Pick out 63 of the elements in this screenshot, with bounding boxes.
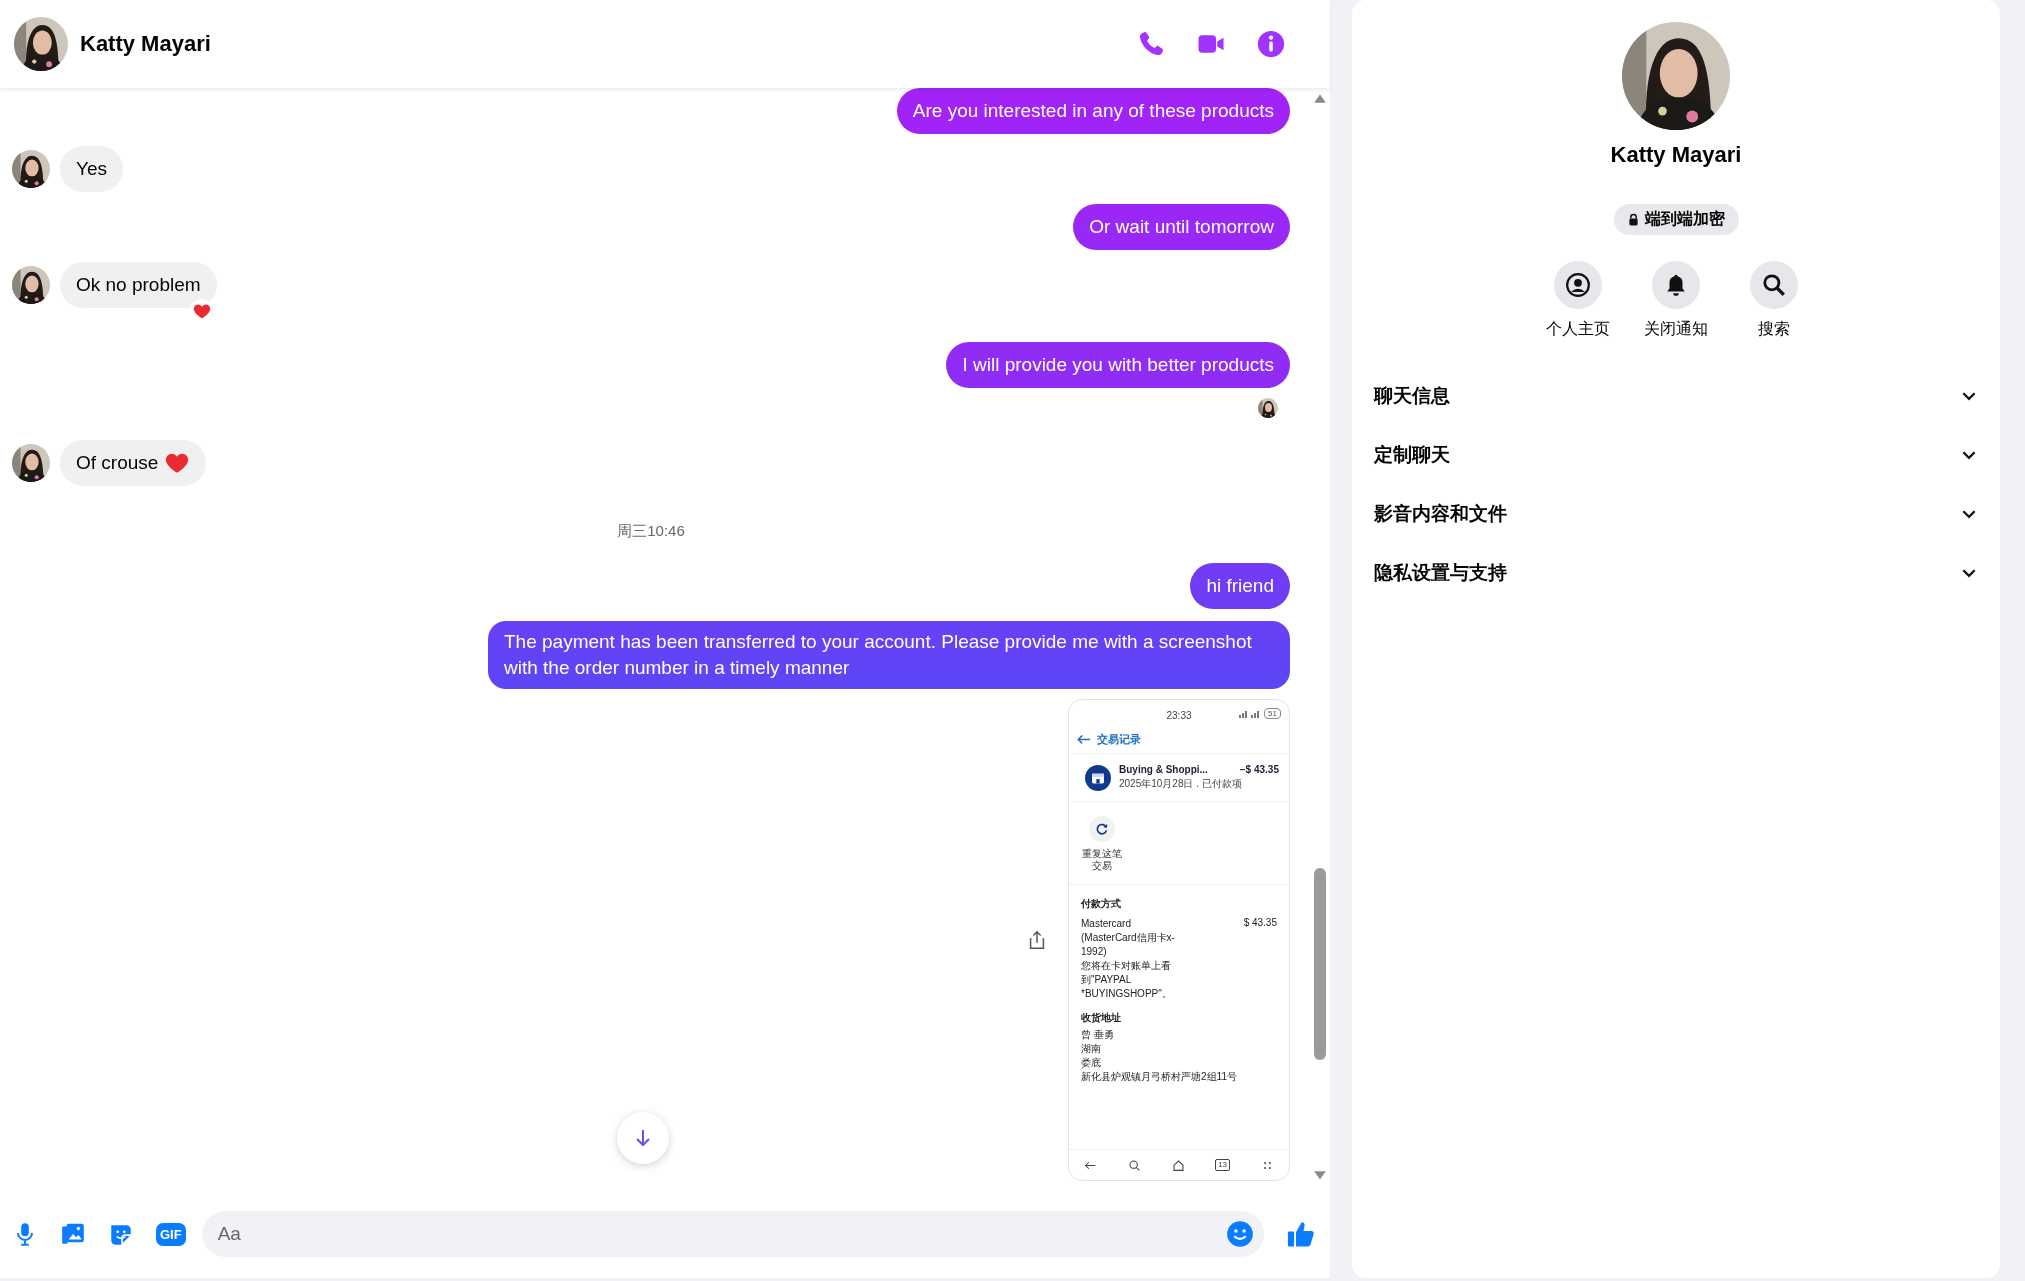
accordion-item[interactable]: 隐私设置与支持 xyxy=(1374,543,1978,602)
action-label: 关闭通知 xyxy=(1644,319,1708,339)
merchant-name: Buying & Shoppi... xyxy=(1119,764,1208,775)
battery-level: 51 xyxy=(1264,708,1281,719)
message-bubble: Of crouse xyxy=(60,440,207,486)
encryption-label: 端到端加密 xyxy=(1644,209,1725,229)
address-text: 曾 垂勇 xyxy=(1081,1028,1115,1042)
screenshot-image[interactable]: 23:33 51 交易记录 Buying & Shoppi... −$ 43.35 2025年10月28日 . 已付款项 重复这笔交易 付款方式 Mastercard (MasterCard信用卡x- 1992) 您将在卡对账单上看 到"PAYPAL *BUYINGSHOPP"。 $ 43.35 收货地址 曾 垂勇 湖南 娄底 新化县炉观镇月弓桥村严塘2组11号 13 xyxy=(1068,699,1290,1181)
transaction-date: 2025年10月28日 . 已付款项 xyxy=(1119,777,1243,791)
contact-name: Katty Mayari xyxy=(80,31,211,57)
section-heading: 付款方式 xyxy=(1081,897,1122,911)
message-bubble: The payment has been transferred to your account. Please provide me with a screenshot with the order number in a timely manner xyxy=(488,621,1290,689)
message-bubble: Yes xyxy=(60,146,123,192)
payment-text: 1992) xyxy=(1081,945,1108,959)
info-icon[interactable] xyxy=(1256,29,1286,59)
search-icon xyxy=(1127,1158,1141,1172)
payment-text: 您将在卡对账单上看 xyxy=(1081,959,1172,973)
status-time: 23:33 xyxy=(1166,709,1192,721)
refresh-icon xyxy=(1089,816,1115,842)
action-label: 个人主页 xyxy=(1546,319,1610,339)
address-text: 娄底 xyxy=(1081,1056,1102,1070)
accordion-item[interactable]: 影音内容和文件 xyxy=(1374,484,1978,543)
scrollbar-thumb[interactable] xyxy=(1314,868,1326,1060)
repeat-action: 重复这笔交易 xyxy=(1081,848,1123,872)
gif-button[interactable]: GIF xyxy=(156,1222,186,1246)
message-input[interactable]: Aa xyxy=(201,1211,1264,1257)
payment-amount: $ 43.35 xyxy=(1243,917,1277,930)
search-icon xyxy=(1761,272,1787,298)
address-text: 新化县炉观镇月弓桥村严塘2组11号 xyxy=(1081,1070,1238,1084)
message-bubble: Or wait until tomorrow xyxy=(1073,204,1290,250)
home-icon xyxy=(1171,1158,1185,1172)
profile-button[interactable] xyxy=(1554,261,1602,309)
encryption-badge[interactable]: 端到端加密 xyxy=(1613,204,1739,235)
action-label: 搜索 xyxy=(1758,319,1790,339)
payment-text: *BUYINGSHOPP"。 xyxy=(1081,987,1173,1001)
payment-text: Mastercard xyxy=(1081,917,1132,931)
accordion-item[interactable]: 定制聊天 xyxy=(1374,425,1978,484)
message-bubble: hi friend xyxy=(1190,563,1290,609)
emoji-icon[interactable] xyxy=(1226,1220,1254,1248)
payment-text: 到"PAYPAL xyxy=(1081,973,1133,987)
thumbs-up-icon[interactable] xyxy=(1286,1219,1316,1249)
lock-icon xyxy=(1627,213,1639,226)
gallery-icon[interactable] xyxy=(60,1221,86,1247)
back-arrow-icon xyxy=(1077,734,1091,745)
accordion-item[interactable]: 聊天信息 xyxy=(1374,366,1978,425)
timestamp: 周三10:46 xyxy=(617,522,685,541)
message-bubble: Are you interested in any of these products xyxy=(896,88,1290,134)
scroll-up-icon[interactable] xyxy=(1313,92,1327,104)
message-bubble: Ok no problem xyxy=(60,262,217,308)
message-bubble: I will provide you with better products xyxy=(946,342,1290,388)
screen-title: 交易记录 xyxy=(1097,732,1141,747)
store-icon xyxy=(1085,764,1111,791)
payment-text: (MasterCard信用卡x- xyxy=(1081,931,1175,945)
profile-icon xyxy=(1565,272,1591,298)
amount: −$ 43.35 xyxy=(1239,764,1279,775)
tab-count: 13 xyxy=(1215,1159,1231,1171)
profile-name: Katty Mayari xyxy=(1610,142,1742,168)
address-text: 湖南 xyxy=(1081,1042,1102,1056)
section-heading: 收货地址 xyxy=(1081,1011,1122,1025)
scroll-down-button[interactable] xyxy=(617,1112,669,1164)
scroll-down-icon[interactable] xyxy=(1313,1170,1327,1182)
mute-button[interactable] xyxy=(1652,261,1700,309)
search-button[interactable] xyxy=(1750,261,1798,309)
